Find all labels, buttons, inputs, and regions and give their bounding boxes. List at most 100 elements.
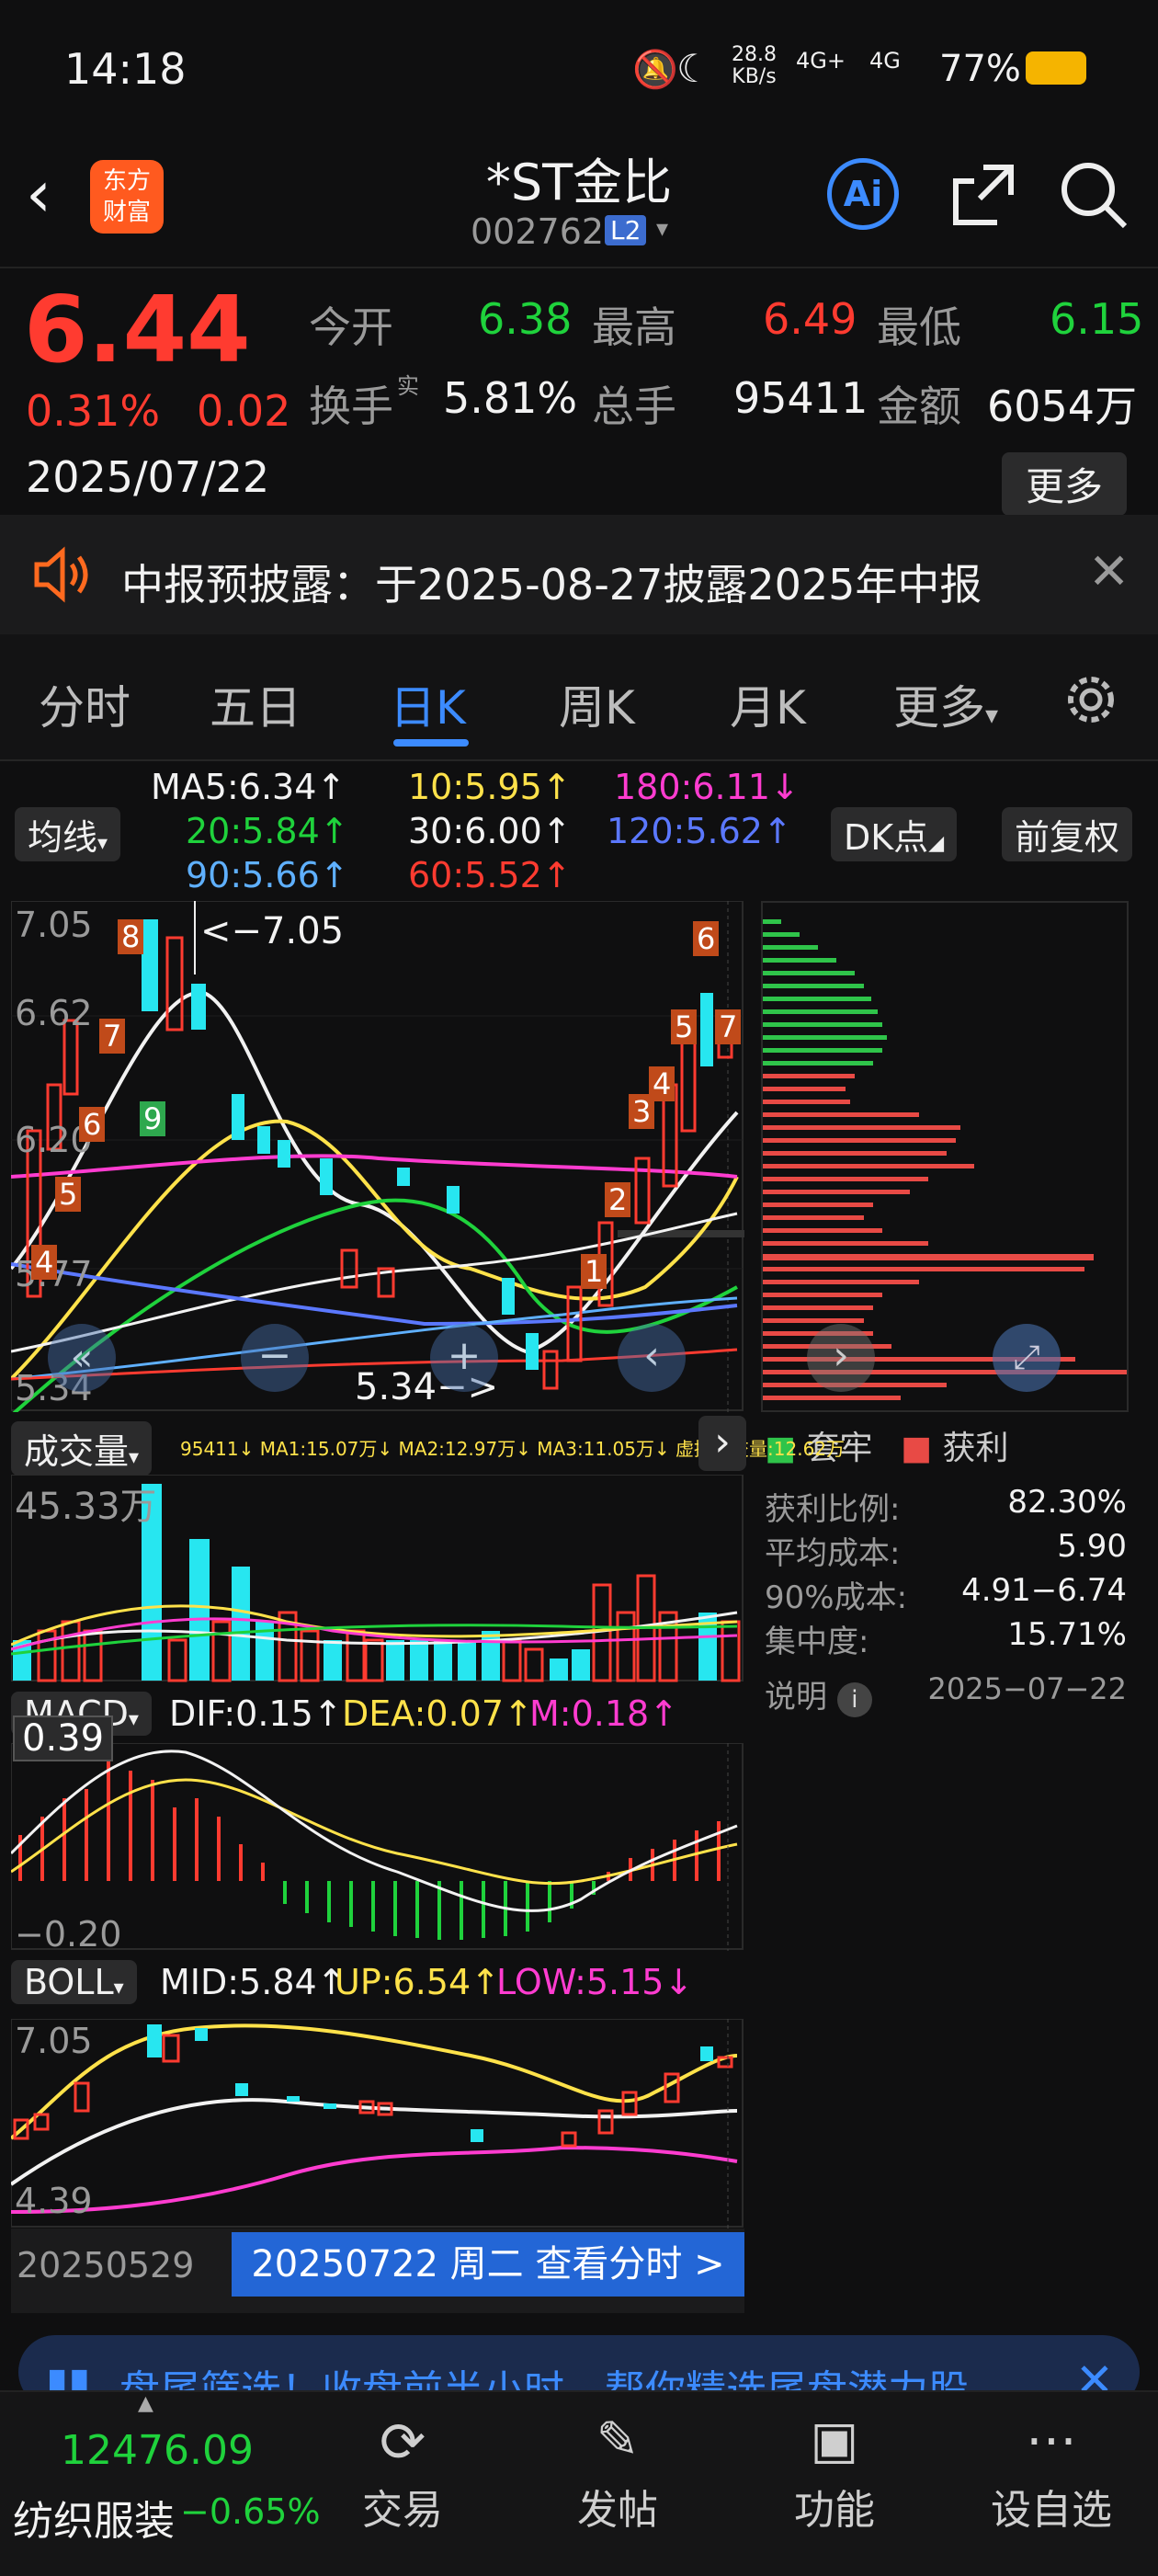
td-mark: 2 [605, 1182, 631, 1217]
chevron-down-icon: ▾ [97, 832, 108, 855]
open-value: 6.38 [478, 294, 573, 344]
turnover-label: 换手 [309, 382, 393, 431]
tab-weekly-k[interactable]: 周K [559, 671, 635, 737]
apps-grid-icon: ▣ [810, 2411, 859, 2470]
quote-panel: 6.44 0.31% 0.02 2025/07/22 今开 6.38 最高 6.… [0, 268, 1158, 517]
zoom-out-icon[interactable]: « [48, 1324, 116, 1392]
td-mark: 9 [140, 1101, 166, 1136]
share-icon[interactable] [947, 158, 1020, 235]
td-mark: 8 [118, 919, 144, 954]
tab-monthly-k[interactable]: 月K [730, 671, 806, 737]
volume-y-max: 45.33万 [15, 1486, 157, 1528]
signal-2-icon: 4G [869, 48, 901, 74]
stat-value: 4.91−6.74 [961, 1572, 1127, 1609]
close-icon[interactable]: ✕ [1088, 542, 1130, 600]
info-icon: i [836, 1682, 872, 1717]
kline-y-2: 6.62 [15, 993, 93, 1033]
scroll-right-icon[interactable]: › [807, 1324, 875, 1392]
ma180-label: 180:6.11↓ [614, 767, 800, 807]
open-label: 今开 [309, 302, 393, 352]
boll-mid: MID:5.84↑ [160, 1962, 346, 2002]
add-watchlist-button[interactable]: ⋯ 设自选 [969, 2411, 1134, 2536]
ma-selector-label: 均线 [28, 817, 98, 858]
stat-label: 平均成本: [765, 1535, 901, 1572]
stat-label: 90%成本: [765, 1579, 908, 1616]
stat-value: 5.90 [1057, 1528, 1127, 1565]
plus-icon[interactable]: + [430, 1324, 498, 1392]
scroll-left-icon[interactable]: ‹ [618, 1324, 686, 1392]
boll-chart[interactable]: 7.05 4.39 [9, 2018, 744, 2228]
caret-up-icon: ▲ [138, 2392, 153, 2415]
chevron-down-icon: ▾ [113, 1977, 124, 2000]
td-mark: 5 [671, 1009, 698, 1044]
high-label: 最高 [592, 302, 676, 352]
chevron-down-icon[interactable]: ▾ [656, 215, 668, 243]
ma10-label: 10:5.95↑ [408, 767, 572, 807]
chip-stats: ■ 套牢 ■ 获利 获利比例: 82.30% 平均成本: 5.90 90%成本:… [765, 1421, 1132, 1734]
post-label: 发帖 [577, 2487, 658, 2534]
tab-daily-k[interactable]: 日K [390, 671, 466, 737]
td-mark: 6 [79, 1107, 106, 1142]
moon-icon: ☾ [676, 46, 711, 91]
function-label: 功能 [794, 2487, 875, 2534]
tab-intraday[interactable]: 分时 [39, 671, 131, 737]
macd-chart[interactable]: 0.39 −0.20 [9, 1715, 744, 1955]
note-link[interactable]: 说明 i [765, 1671, 872, 1717]
quote-date: 2025/07/22 [26, 452, 270, 502]
last-price: 6.44 [24, 276, 251, 383]
speaker-icon [28, 542, 92, 610]
index-name[interactable]: 纺织服装 [13, 2488, 175, 2547]
dk-point-label: DK点 [844, 817, 929, 858]
minus-icon[interactable]: − [241, 1324, 309, 1392]
expand-icon[interactable]: ⤢ [993, 1324, 1061, 1392]
stock-header: ‹ 东方 财富 *ST金比 002762 L2 ▾ Ai [0, 138, 1158, 268]
index-value[interactable]: 12476.09 [61, 2427, 254, 2474]
tab-more[interactable]: 更多▾ [893, 671, 998, 737]
signal-1-icon: 4G+ [796, 48, 846, 74]
volume-chart[interactable]: 45.33万 [10, 1474, 744, 1682]
l2-badge[interactable]: L2 [605, 215, 647, 245]
chevron-down-icon: ◢ [928, 832, 945, 855]
stat-value: 15.71% [1007, 1616, 1127, 1653]
volume-selector[interactable]: 成交量▾ [11, 1421, 153, 1476]
boll-low: LOW:5.15↓ [496, 1962, 694, 2002]
low-value: 6.15 [1050, 294, 1144, 344]
tab-five-day[interactable]: 五日 [210, 671, 301, 737]
expand-right-icon[interactable]: › [698, 1416, 746, 1471]
post-button[interactable]: ✎ 发帖 [535, 2411, 700, 2536]
search-icon[interactable] [1057, 158, 1130, 235]
td-mark: 3 [629, 1094, 655, 1129]
mute-icon: 🔕 [632, 49, 678, 91]
timeline-start: 20250529 [17, 2245, 195, 2285]
more-button[interactable]: 更多 [1002, 452, 1128, 516]
stat-label: 获利比例: [765, 1491, 901, 1528]
profit-legend-icon: ■ [901, 1430, 933, 1467]
boll-up: UP:6.54↑ [335, 1962, 500, 2002]
kline-y-top: 7.05 [15, 905, 93, 945]
function-button[interactable]: ▣ 功能 [752, 2411, 917, 2536]
ai-button[interactable]: Ai [827, 158, 899, 230]
view-intraday-button[interactable]: 20250722 周二 查看分时 > [232, 2232, 744, 2297]
boll-y-bottom: 4.39 [15, 2181, 93, 2221]
trade-button[interactable]: ⟳ 交易 [320, 2411, 485, 2536]
ma-selector[interactable]: 均线▾ [15, 807, 121, 861]
more-dots-icon: ⋯ [1026, 2411, 1077, 2470]
boll-legend: BOLL▾ MID:5.84↑ UP:6.54↑ LOW:5.15↓ [11, 1956, 744, 2008]
settings-gear-icon[interactable] [1059, 667, 1123, 735]
ma5-label: MA5:6.34↑ [151, 767, 346, 807]
boll-selector[interactable]: BOLL▾ [11, 1960, 137, 2004]
notice-bar[interactable]: 中报预披露：于2025-08-27披露2025年中报 ✕ [0, 515, 1158, 634]
index-change: −0.65% [180, 2491, 321, 2532]
kline-chart[interactable]: 7.05 6.62 6.20 5.77 5.34 <−7.05 5.34−> 8… [9, 900, 744, 1418]
boll-y-top: 7.05 [15, 2021, 93, 2061]
boll-svg [9, 2018, 744, 2228]
td-mark: 4 [31, 1245, 58, 1280]
battery-percent: 77% [939, 48, 1021, 90]
volume-value: 95411 [733, 373, 868, 423]
macd-dea: DEA:0.07↑ [342, 1693, 533, 1734]
adjust-selector[interactable]: 前复权 [1002, 807, 1133, 861]
notice-text: 中报预披露：于2025-08-27披露2025年中报 [121, 560, 982, 610]
td-mark: 1 [581, 1254, 607, 1289]
chevron-down-icon: ▾ [128, 1708, 139, 1731]
dk-point-selector[interactable]: DK点◢ [831, 807, 958, 861]
